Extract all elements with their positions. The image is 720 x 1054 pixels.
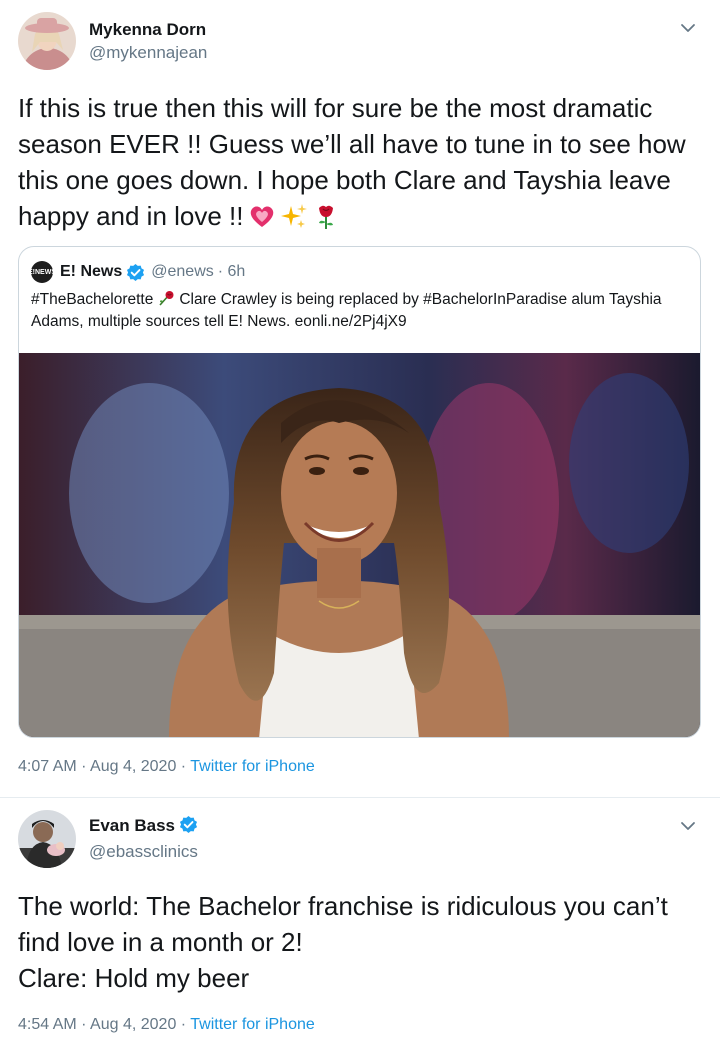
timestamp[interactable]: 4:54 AM · Aug 4, 2020 · — [18, 1016, 186, 1033]
quoted-tweet-photo[interactable] — [19, 353, 701, 738]
enews-logo-icon: E!NEWS — [28, 261, 56, 283]
author-handle[interactable]: @mykennajean — [89, 43, 207, 63]
tweet-text: If this is true then this will for sure … — [18, 93, 686, 231]
avatar[interactable] — [18, 12, 76, 70]
tweet-meta: 4:54 AM · Aug 4, 2020 · Twitter for iPho… — [18, 1016, 315, 1034]
avatar[interactable] — [18, 810, 76, 868]
tweet-text-line: The world: The Bachelor franchise is rid… — [18, 891, 668, 957]
timestamp[interactable]: 4:07 AM · Aug 4, 2020 · — [18, 758, 186, 775]
heart-icon — [250, 206, 273, 227]
quoted-tweet-age: · 6h — [217, 263, 246, 280]
chevron-down-icon[interactable] — [678, 816, 698, 836]
chevron-down-icon[interactable] — [678, 18, 698, 38]
quoted-tweet-text: #TheBachelorette Clare Crawley is being … — [31, 291, 662, 330]
tweet-text-line: Clare: Hold my beer — [18, 963, 250, 993]
quoted-author-handle[interactable]: @enews — [151, 263, 214, 281]
author-name[interactable]: Evan Bass — [89, 816, 175, 835]
tweet[interactable]: Mykenna Dorn @mykennajean If this is tru… — [0, 0, 720, 797]
rose-hashflag-icon — [159, 291, 174, 306]
tweet-text: The world: The Bachelor franchise is rid… — [18, 888, 706, 996]
verified-badge-icon — [179, 815, 198, 834]
sparkles-icon — [280, 204, 307, 228]
quoted-author-name[interactable]: E! News — [60, 263, 122, 281]
author-name[interactable]: Mykenna Dorn — [89, 20, 206, 40]
quoted-tweet[interactable]: E!NEWS E! News @enews · 6h #TheBachelore… — [18, 246, 701, 738]
tweet[interactable]: Evan Bass @ebassclinics The world: The B… — [0, 797, 720, 1054]
source-link[interactable]: Twitter for iPhone — [190, 758, 315, 775]
author-name-row: Evan Bass — [89, 815, 198, 836]
rose-icon — [318, 205, 333, 229]
source-link[interactable]: Twitter for iPhone — [190, 1016, 315, 1033]
verified-badge-icon — [127, 263, 145, 281]
author-handle[interactable]: @ebassclinics — [89, 842, 198, 862]
quoted-tweet-header: E!NEWS E! News @enews · 6h — [28, 261, 246, 283]
tweet-meta: 4:07 AM · Aug 4, 2020 · Twitter for iPho… — [18, 758, 315, 776]
